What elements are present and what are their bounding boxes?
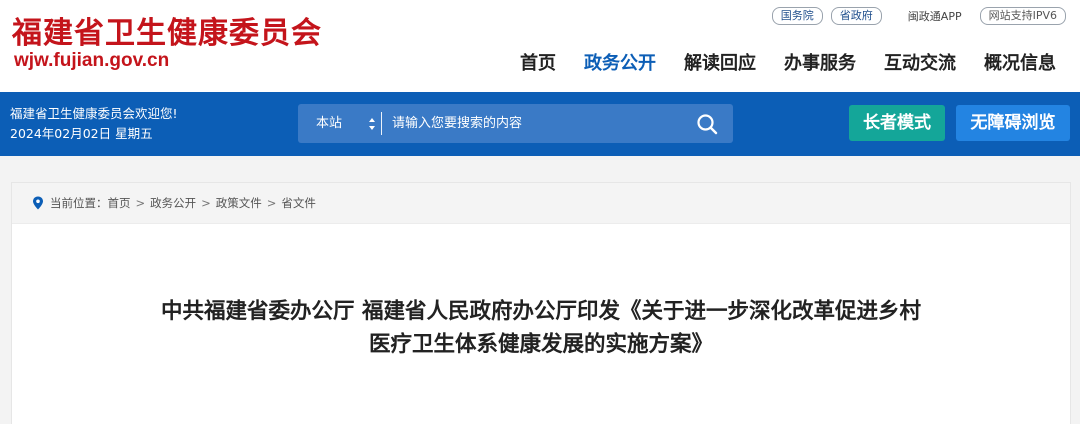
accessible-browse-button[interactable]: 无障碍浏览	[956, 105, 1070, 141]
nav-interpretation[interactable]: 解读回应	[670, 49, 770, 75]
app-link[interactable]: 闽政通APP	[908, 8, 962, 24]
breadcrumb-provincial-documents[interactable]: 省文件	[281, 195, 316, 211]
nav-services[interactable]: 办事服务	[770, 49, 870, 75]
site-logo-name[interactable]: 福建省卫生健康委员会	[12, 8, 322, 52]
breadcrumb-separator: >	[266, 196, 277, 210]
ipv6-badge: 网站支持IPV6	[979, 7, 1066, 25]
top-utility-bar: 国务院 省政府 闽政通APP 网站支持IPV6	[771, 7, 1066, 25]
breadcrumb-policy-documents[interactable]: 政策文件	[216, 195, 262, 211]
nav-overview[interactable]: 概况信息	[970, 49, 1070, 75]
breadcrumb-prefix: 当前位置：	[50, 196, 108, 210]
breadcrumb-separator: >	[201, 196, 211, 210]
updown-caret-icon[interactable]	[368, 116, 376, 132]
search-icon[interactable]	[695, 112, 719, 136]
welcome-block: 福建省卫生健康委员会欢迎您! 2024年02月02日 星期五	[10, 104, 178, 144]
article-title-line2: 医疗卫生体系健康发展的实施方案》	[368, 332, 713, 357]
article-title: 中共福建省委办公厅 福建省人民政府办公厅印发《关于进一步深化改革促进乡村 医疗卫…	[12, 295, 1070, 361]
link-state-council[interactable]: 国务院	[771, 7, 823, 25]
search-divider	[381, 112, 382, 135]
breadcrumb-government-affairs[interactable]: 政务公开	[150, 195, 196, 211]
site-logo-url[interactable]: wjw.fujian.gov.cn	[14, 50, 169, 72]
breadcrumb-home[interactable]: 首页	[108, 195, 131, 211]
search-box: 本站	[298, 104, 733, 143]
site-header: 福建省卫生健康委员会 wjw.fujian.gov.cn 国务院 省政府 闽政通…	[0, 0, 1080, 92]
search-input[interactable]	[388, 108, 686, 139]
article-title-line1: 中共福建省委办公厅 福建省人民政府办公厅印发《关于进一步深化改革促进乡村	[161, 299, 921, 324]
welcome-text: 福建省卫生健康委员会欢迎您!	[10, 106, 178, 121]
breadcrumb-separator: >	[135, 196, 146, 210]
nav-government-affairs[interactable]: 政务公开	[570, 49, 670, 75]
nav-home[interactable]: 首页	[506, 49, 570, 75]
location-pin-icon	[33, 196, 43, 210]
search-band: 福建省卫生健康委员会欢迎您! 2024年02月02日 星期五 本站 长者模式 无…	[0, 92, 1080, 156]
elder-mode-button[interactable]: 长者模式	[849, 105, 945, 141]
breadcrumb: 当前位置： 首页 > 政务公开 > 政策文件 > 省文件	[32, 183, 316, 223]
search-scope-select[interactable]: 本站	[316, 104, 342, 143]
main-nav: 首页 政务公开 解读回应 办事服务 互动交流 概况信息	[506, 49, 1070, 75]
content-panel: 当前位置： 首页 > 政务公开 > 政策文件 > 省文件 中共福建省委办公厅 福…	[11, 182, 1071, 424]
link-provincial-gov[interactable]: 省政府	[830, 7, 882, 25]
current-date: 2024年02月02日 星期五	[10, 126, 153, 141]
breadcrumb-bar: 当前位置： 首页 > 政务公开 > 政策文件 > 省文件	[12, 183, 1070, 224]
nav-interaction[interactable]: 互动交流	[870, 49, 970, 75]
